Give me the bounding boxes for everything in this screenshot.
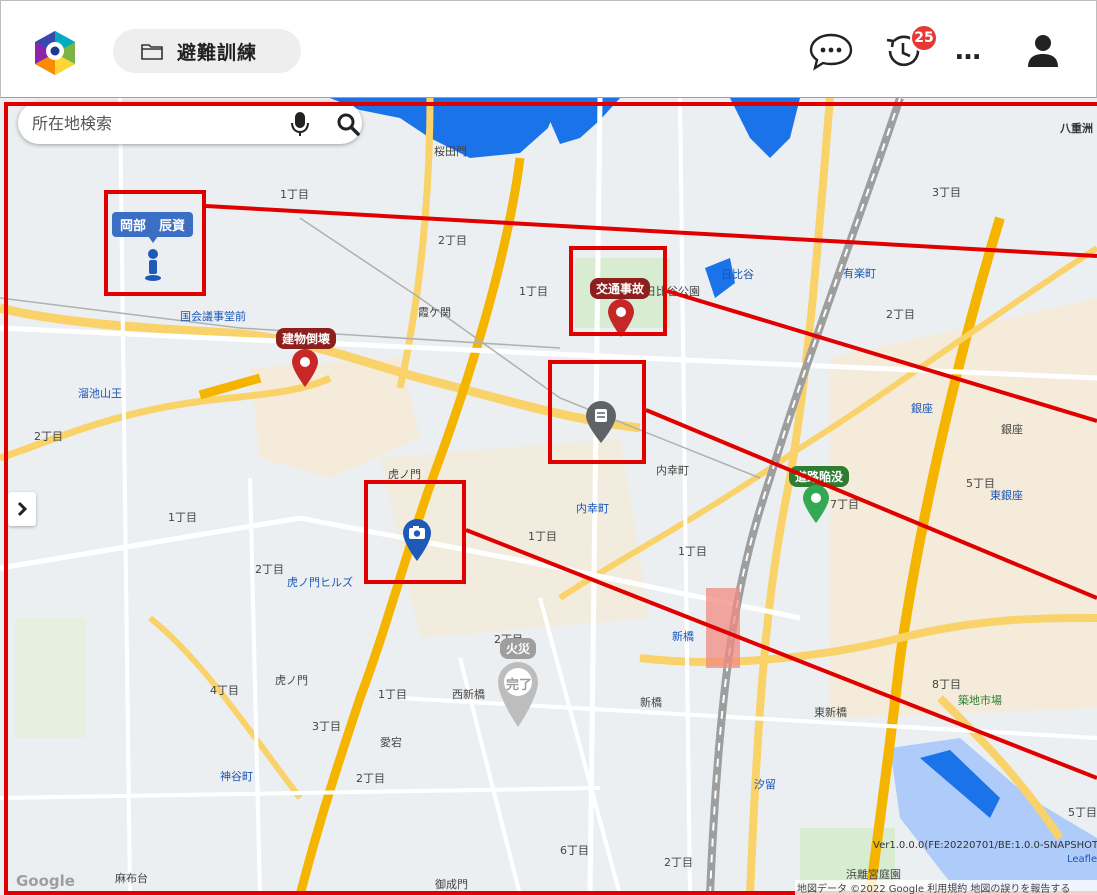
map-attribution[interactable]: 地図データ ©2022 Google 利用規約 地図の誤りを報告する (795, 880, 1097, 895)
more-menu-button[interactable]: … (949, 31, 989, 71)
leaflet-link[interactable]: Leaflet (1067, 854, 1097, 865)
version-text: Ver1.0.0.0(FE:20220701/BE:1.0.0-SNAPSHOT (873, 840, 1097, 851)
highlight-box-map (4, 102, 1097, 895)
google-logo: Google (16, 872, 75, 890)
chat-button[interactable] (806, 31, 856, 71)
folder-icon (141, 44, 163, 60)
notification-badge[interactable]: 25 (910, 24, 938, 52)
map-view[interactable]: 桜田門 1丁目 2丁目 1丁目 日比谷 日比谷公園 霞ケ関 国会議事堂前 溜池山… (0, 98, 1097, 895)
top-bar: 避難訓練 25 … (0, 0, 1097, 98)
user-button[interactable] (1023, 31, 1063, 71)
folder-label: 避難訓練 (177, 41, 258, 64)
app-logo[interactable] (33, 29, 77, 77)
user-icon (1028, 35, 1058, 67)
folder-selector[interactable]: 避難訓練 (113, 29, 301, 73)
chat-icon (809, 33, 853, 71)
